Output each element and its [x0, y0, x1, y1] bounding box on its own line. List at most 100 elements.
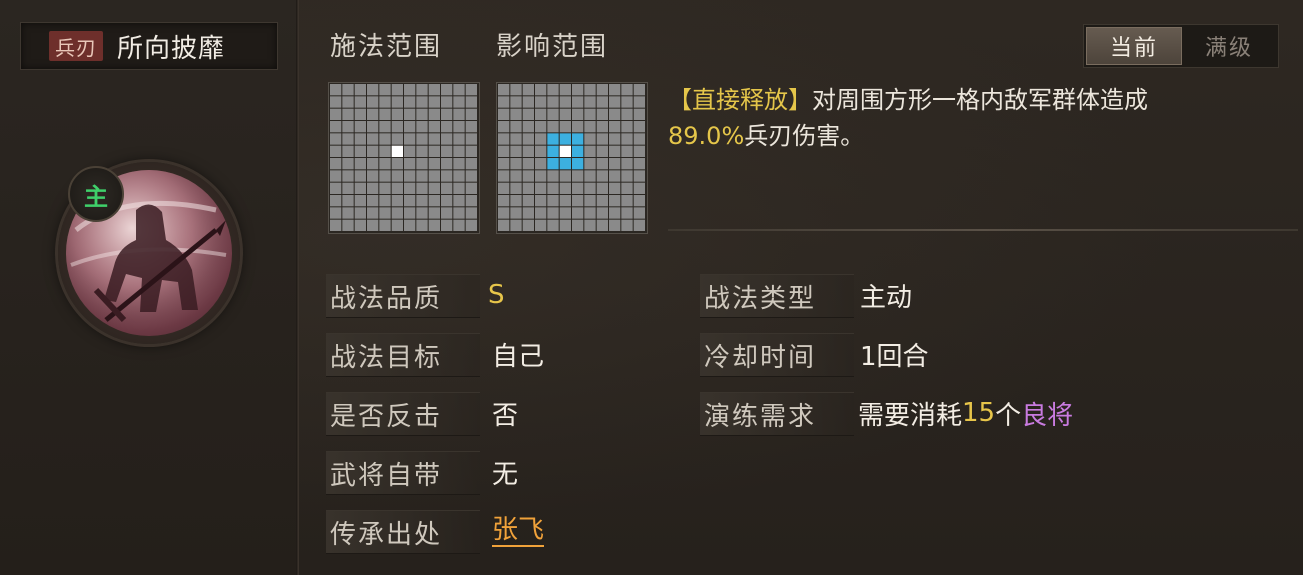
- cast-grid-cell: [379, 108, 391, 120]
- skill-title-box: 兵刃 所向披靡: [20, 22, 278, 70]
- cast-grid-cell: [441, 121, 453, 133]
- cast-grid-cell: [428, 121, 440, 133]
- effect-grid-cell: [522, 108, 534, 120]
- effect-grid-cell: [547, 219, 559, 231]
- effect-grid-cell: [535, 170, 547, 182]
- cast-grid-cell: [391, 133, 403, 145]
- cast-grid-cell: [330, 219, 342, 231]
- effect-grid-cell: [609, 207, 621, 219]
- cast-grid-cell: [416, 121, 428, 133]
- cast-grid-cell: [428, 84, 440, 96]
- cast-grid-cell: [465, 108, 477, 120]
- cast-grid-cell: [428, 108, 440, 120]
- cast-grid-cell: [379, 207, 391, 219]
- effect-grid-cell: [621, 195, 633, 207]
- cast-grid-cell: [428, 133, 440, 145]
- tab-cast-range[interactable]: 施法范围: [330, 26, 442, 63]
- cast-grid-cell: [465, 170, 477, 182]
- cast-grid-cell: [330, 170, 342, 182]
- cast-grid-cell: [416, 170, 428, 182]
- panel-divider: [296, 0, 299, 575]
- effect-grid-cell: [498, 195, 510, 207]
- effect-grid-cell: [621, 133, 633, 145]
- cast-grid-cell: [453, 145, 465, 157]
- cast-grid-cell: [404, 96, 416, 108]
- cast-grid-cell: [465, 133, 477, 145]
- cast-grid-cell: [453, 219, 465, 231]
- effect-grid-cell: [510, 133, 522, 145]
- cast-grid-cell: [379, 158, 391, 170]
- cast-grid-cell: [342, 207, 354, 219]
- cast-grid-cell: [441, 219, 453, 231]
- cast-grid-cell: [354, 133, 366, 145]
- cast-grid-cell: [391, 84, 403, 96]
- effect-grid-cell: [522, 145, 534, 157]
- effect-grid-cell: [584, 195, 596, 207]
- cast-grid-cell: [391, 108, 403, 120]
- effect-grid-highlight-cell: [547, 133, 559, 145]
- origin-label: 传承出处: [326, 510, 480, 554]
- effect-grid-cell: [510, 96, 522, 108]
- cast-grid-cell: [404, 84, 416, 96]
- cast-grid-cell: [330, 96, 342, 108]
- innate-value: 无: [492, 459, 519, 490]
- cast-grid-cell: [428, 158, 440, 170]
- effect-grid-cell: [633, 219, 645, 231]
- effect-grid-cell: [510, 121, 522, 133]
- effect-grid-cell: [621, 170, 633, 182]
- cast-grid-cell: [367, 195, 379, 207]
- effect-grid-cell: [584, 96, 596, 108]
- effect-grid-cell: [609, 145, 621, 157]
- effect-grid-cell: [572, 207, 584, 219]
- cast-grid-cell: [453, 121, 465, 133]
- cast-grid-cell: [391, 170, 403, 182]
- effect-grid-highlight-cell: [547, 158, 559, 170]
- effect-grid-cell: [596, 84, 608, 96]
- cast-grid-cell: [342, 121, 354, 133]
- cast-grid-cell: [342, 219, 354, 231]
- cast-grid-cell: [391, 121, 403, 133]
- cast-grid-cell: [367, 170, 379, 182]
- effect-grid-cell: [621, 121, 633, 133]
- effect-grid-cell: [510, 158, 522, 170]
- effect-grid-cell: [510, 195, 522, 207]
- tab-effect-range[interactable]: 影响范围: [496, 26, 608, 63]
- cast-grid-cell: [342, 96, 354, 108]
- effect-grid-cell: [633, 158, 645, 170]
- train-prefix: 需要消耗: [858, 400, 963, 431]
- effect-grid-cell: [535, 195, 547, 207]
- effect-grid-cell: [498, 96, 510, 108]
- effect-grid-cell: [596, 121, 608, 133]
- effect-grid-cell: [522, 170, 534, 182]
- desc-cast-mode: 【直接释放】: [668, 86, 812, 114]
- cast-grid-cell: [367, 207, 379, 219]
- toggle-max-level[interactable]: 满级: [1182, 27, 1276, 65]
- cast-grid-cell: [441, 145, 453, 157]
- cast-grid-cell: [367, 133, 379, 145]
- effect-grid-cell: [621, 158, 633, 170]
- cast-grid-cell: [428, 145, 440, 157]
- effect-grid-cell: [633, 182, 645, 194]
- cast-grid-cell: [465, 207, 477, 219]
- cast-grid-cell: [330, 145, 342, 157]
- effect-grid-highlight-cell: [572, 133, 584, 145]
- effect-grid-cell: [609, 121, 621, 133]
- effect-grid-cell: [621, 108, 633, 120]
- skill-name: 所向披靡: [117, 33, 226, 64]
- origin-general-link[interactable]: 张飞: [492, 515, 545, 547]
- effect-grid-cell: [498, 84, 510, 96]
- effect-grid-center-cell: [559, 145, 571, 157]
- cast-grid-cell: [404, 207, 416, 219]
- effect-grid-cell: [535, 121, 547, 133]
- counter-label: 是否反击: [326, 392, 480, 436]
- cast-grid-cell: [416, 207, 428, 219]
- effect-grid-cell: [596, 219, 608, 231]
- cast-grid-cell: [416, 158, 428, 170]
- effect-grid-cell: [572, 84, 584, 96]
- effect-grid-cell: [572, 96, 584, 108]
- cast-grid-cell: [379, 219, 391, 231]
- cast-grid-cell: [391, 219, 403, 231]
- effect-grid-cell: [596, 108, 608, 120]
- cast-grid-cell: [453, 195, 465, 207]
- toggle-current-level[interactable]: 当前: [1086, 27, 1182, 65]
